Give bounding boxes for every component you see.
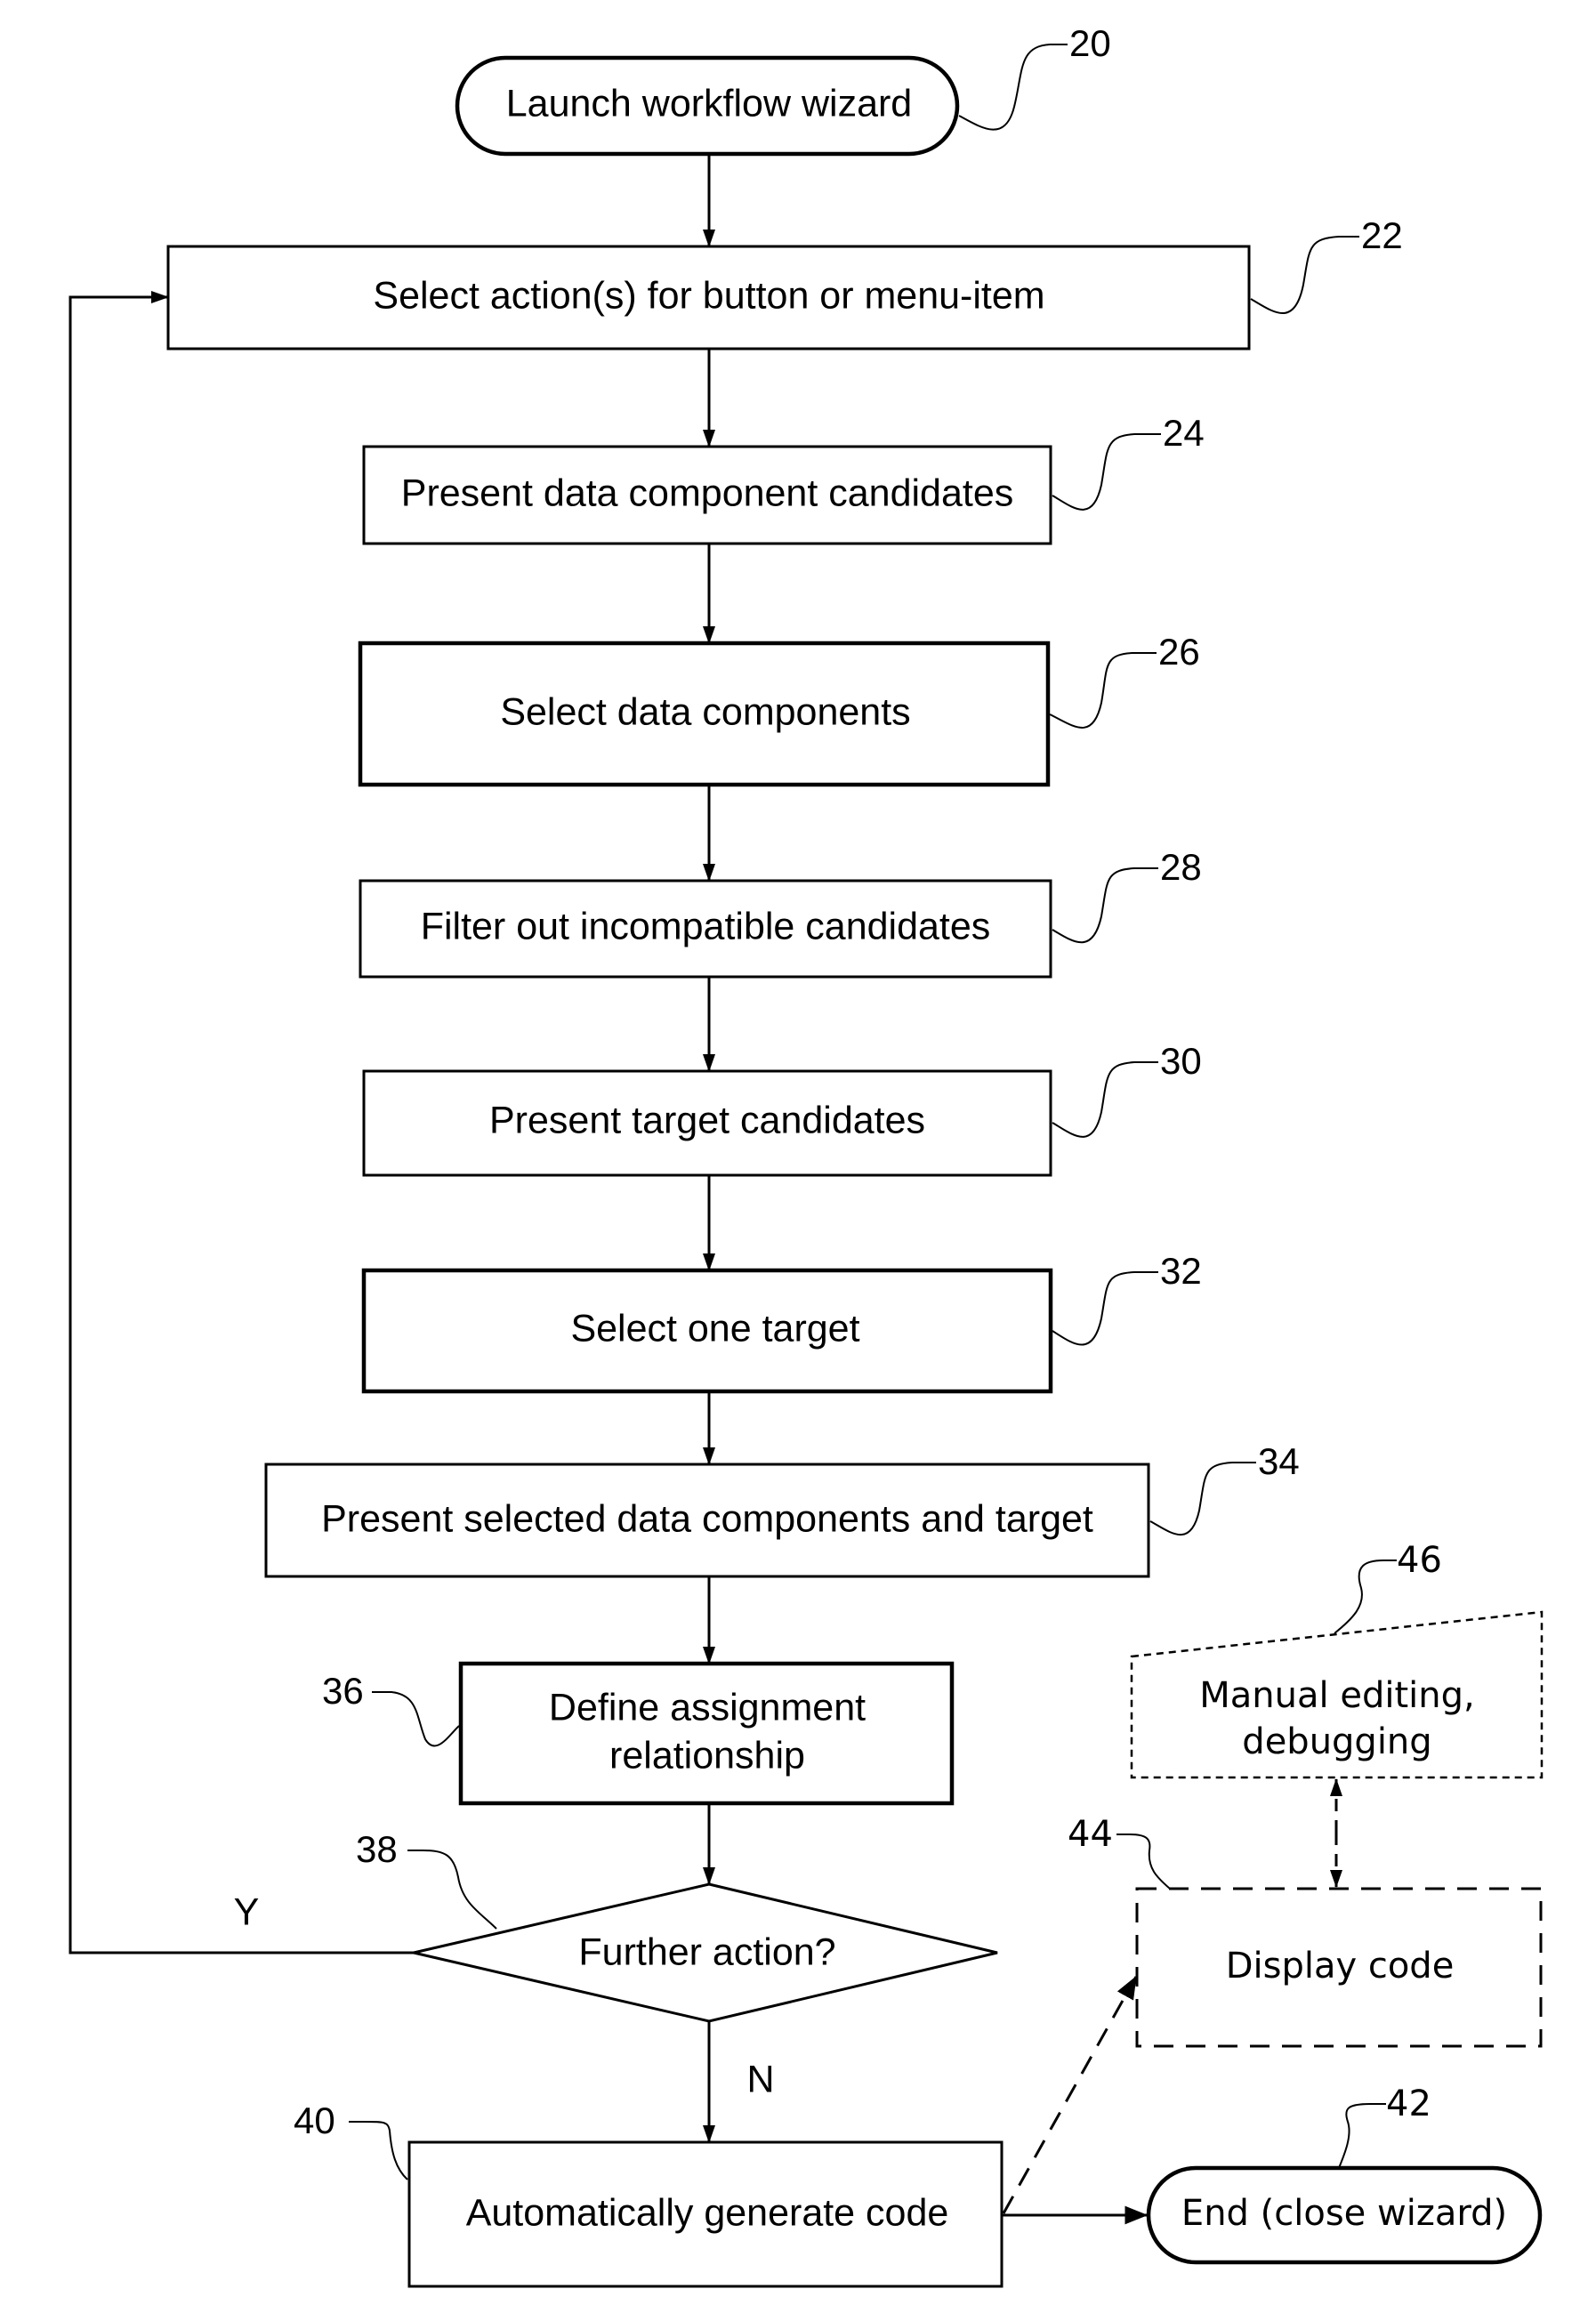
node-filter-incompatible: Filter out incompatible candidates (359, 879, 1052, 979)
leader-line-28 (1052, 867, 1158, 944)
node-label-line2: debugging (1242, 1721, 1431, 1762)
branch-label-yes: Y (234, 1890, 260, 1933)
node-label: Select data components (500, 690, 910, 733)
node-label: Present target candidates (489, 1099, 925, 1141)
node-label: Further action? (578, 1930, 835, 1973)
branch-label-no: N (746, 2058, 774, 2100)
node-label: Automatically generate code (466, 2191, 949, 2234)
ref-number-42: 42 (1386, 2083, 1431, 2124)
ref-number-34: 34 (1258, 1440, 1300, 1482)
leader-line-22 (1250, 236, 1359, 314)
ref-number-26: 26 (1158, 631, 1200, 673)
node-define-assignment: Define assignment relationship (458, 1661, 955, 1806)
node-display-code: Display code (1135, 1887, 1543, 2048)
ref-number-32: 32 (1160, 1250, 1202, 1292)
leader-line-46 (1334, 1560, 1397, 1634)
node-select-actions: Select action(s) for button or menu-item (166, 245, 1251, 351)
node-select-one-target: Select one target (361, 1268, 1053, 1394)
ref-number-44: 44 (1068, 1814, 1113, 1855)
node-auto-generate: Automatically generate code (407, 2140, 1004, 2288)
node-select-data-components: Select data components (358, 641, 1051, 787)
leader-line-40 (349, 2121, 408, 2180)
node-label: End (close wizard) (1181, 2193, 1507, 2234)
ref-number-20: 20 (1069, 22, 1111, 64)
leader-line-24 (1052, 433, 1161, 511)
ref-number-36: 36 (322, 1670, 364, 1712)
ref-number-40: 40 (294, 2100, 335, 2141)
leader-line-26 (1049, 652, 1157, 729)
node-label: Launch workflow wizard (506, 82, 912, 125)
leader-line-20 (958, 44, 1068, 131)
node-launch: Launch workflow wizard (455, 55, 960, 157)
node-manual-editing: Manual editing, debugging (1130, 1610, 1544, 1779)
ref-number-38: 38 (356, 1828, 398, 1870)
ref-number-30: 30 (1160, 1040, 1202, 1082)
node-label: Present data component candidates (401, 471, 1013, 514)
leader-line-30 (1052, 1061, 1158, 1138)
ref-number-24: 24 (1163, 412, 1205, 454)
leader-line-36 (372, 1691, 460, 1747)
arrow-generate-to-display-code (1002, 1975, 1138, 2214)
node-present-selected: Present selected data components and tar… (264, 1463, 1150, 1578)
node-label: Select one target (570, 1307, 859, 1350)
leader-line-44 (1116, 1834, 1171, 1890)
node-label-line1: Define assignment (549, 1686, 866, 1729)
leader-line-32 (1052, 1271, 1158, 1346)
ref-number-46: 46 (1397, 1540, 1442, 1581)
node-present-data-candidates: Present data component candidates (362, 445, 1052, 545)
node-label-line2: relationship (609, 1734, 805, 1777)
leader-line-42 (1338, 2103, 1386, 2169)
leader-line-38 (407, 1850, 497, 1930)
node-further-action: Further action? (413, 1882, 998, 2023)
node-label: Present selected data components and tar… (321, 1497, 1093, 1540)
node-label: Select action(s) for button or menu-item (373, 274, 1044, 317)
ref-number-22: 22 (1361, 214, 1403, 256)
node-present-target-candidates: Present target candidates (362, 1069, 1052, 1177)
leader-line-34 (1149, 1462, 1256, 1536)
ref-number-28: 28 (1160, 846, 1202, 888)
node-label: Filter out incompatible candidates (421, 905, 991, 947)
node-label-line1: Manual editing, (1199, 1675, 1474, 1716)
node-end: End (close wizard) (1146, 2165, 1543, 2265)
flowchart: Launch workflow wizard 20 Select action(… (69, 22, 1544, 2288)
node-label: Display code (1226, 1946, 1455, 1987)
